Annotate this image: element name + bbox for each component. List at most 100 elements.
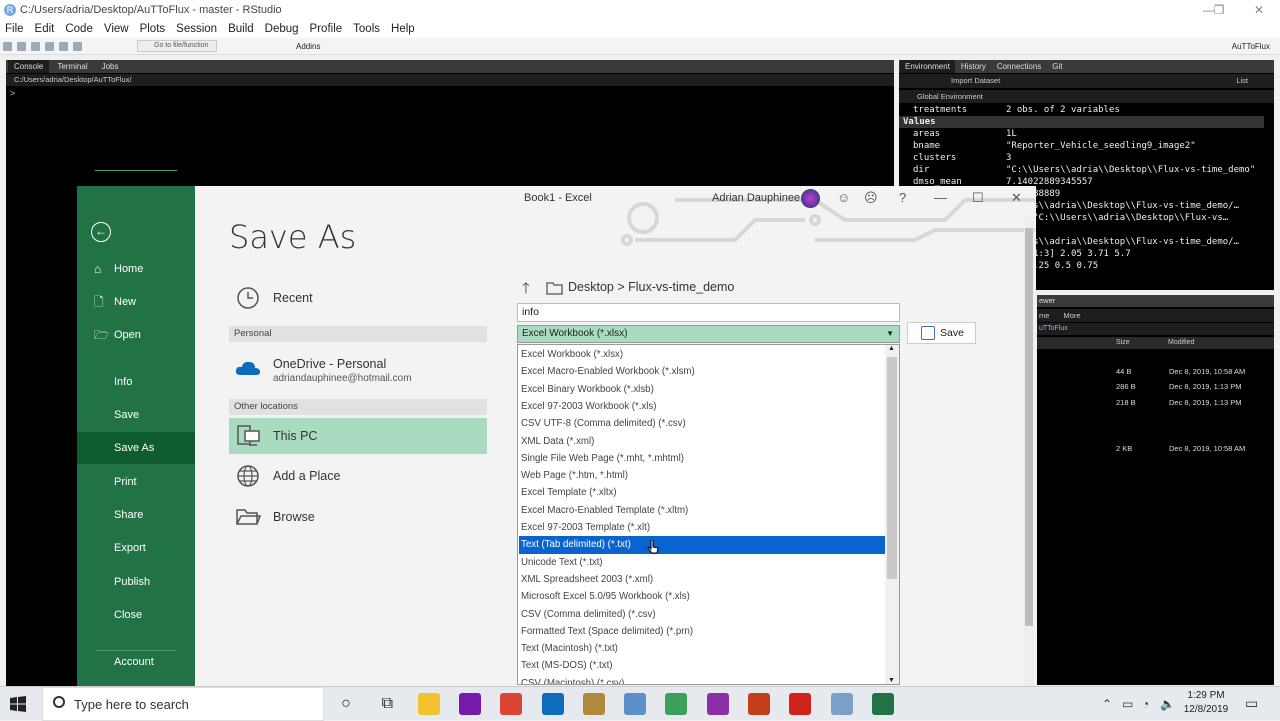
nav-close[interactable]: Close xyxy=(77,599,195,631)
filetype-option[interactable]: Excel Template (*.xltx) xyxy=(519,484,886,501)
menu-profile[interactable]: Profile xyxy=(305,20,349,38)
file-row[interactable]: 218 B Dec 8, 2019, 1:13 PM xyxy=(1037,396,1274,410)
goto-file-input[interactable]: Go to file/function xyxy=(137,40,217,52)
environment-row[interactable]: Values xyxy=(899,116,1264,128)
backstage-scrollbar[interactable] xyxy=(1024,216,1034,686)
minimize-icon[interactable]: — xyxy=(934,190,947,205)
tab-environment[interactable]: Environment xyxy=(900,60,955,73)
menu-debug[interactable]: Debug xyxy=(260,20,305,38)
global-environment-select[interactable]: Global Environment xyxy=(899,90,1274,103)
tab-history[interactable]: History xyxy=(956,60,991,73)
taskbar-search[interactable]: Type here to search xyxy=(42,687,324,721)
filetype-option[interactable]: Text (Macintosh) (*.txt) xyxy=(519,640,886,657)
filetype-option[interactable]: Microsoft Excel 5.0/95 Workbook (*.xls) xyxy=(519,588,886,605)
filetype-dropdown-list[interactable]: CSV (Macintosh) (*.csv) Text (MS-DOS) (*.… xyxy=(517,344,900,685)
list-view-button[interactable]: List xyxy=(1236,74,1248,88)
menu-edit[interactable]: Edit xyxy=(30,20,61,38)
help-button[interactable]: ? xyxy=(899,190,906,205)
filetype-option[interactable]: CSV (Comma delimited) (*.csv) xyxy=(519,606,886,623)
dropdown-scroll-thumb[interactable] xyxy=(887,357,897,579)
location-browse[interactable]: Browse xyxy=(229,499,487,537)
back-arrow-icon[interactable]: ← xyxy=(91,222,111,242)
r-icon[interactable] xyxy=(624,693,647,715)
close-icon[interactable]: ✕ xyxy=(1240,0,1278,20)
notifications-icon[interactable]: ▭ xyxy=(1245,695,1258,712)
avatar[interactable] xyxy=(801,189,820,208)
window-icon[interactable] xyxy=(830,693,853,715)
files-more-button[interactable]: More xyxy=(1064,311,1081,320)
filetype-select[interactable]: Excel Workbook (*.xlsx) ▼ xyxy=(517,325,900,343)
filetype-option[interactable]: Excel 97-2003 Template (*.xlt) xyxy=(519,519,886,536)
nav-new[interactable]: 🗋 New xyxy=(77,286,195,318)
filetype-option[interactable]: Excel Binary Workbook (*.xlsb) xyxy=(519,381,886,398)
maximize-icon[interactable]: ❐ xyxy=(1200,0,1238,20)
filetype-option[interactable]: Formatted Text (Space delimited) (*.prn) xyxy=(519,623,886,640)
save-button[interactable]: Save xyxy=(907,322,976,344)
smile-icon[interactable]: ☺ xyxy=(837,190,850,205)
nav-save[interactable]: Save xyxy=(77,399,195,431)
filetype-option[interactable]: Excel Macro-Enabled Template (*.xltm) xyxy=(519,502,886,519)
nav-print[interactable]: Print xyxy=(77,466,195,498)
maximize-icon[interactable]: ☐ xyxy=(972,190,984,206)
environment-row[interactable]: bname "Reporter_Vehicle_seedling9_image2" xyxy=(899,140,1264,152)
environment-row[interactable]: clusters 3 xyxy=(899,152,1264,164)
files-tab[interactable]: ewer xyxy=(1037,295,1274,307)
tab-git[interactable]: Git xyxy=(1047,60,1067,73)
excel-icon[interactable] xyxy=(871,693,894,715)
file-row[interactable]: 44 B Dec 8, 2019, 10:58 AM xyxy=(1037,365,1274,379)
nav-open[interactable]: 🗁 Open xyxy=(77,319,195,351)
environment-row[interactable]: dir "C:\\Users\\adria\\Desktop\\Flux-vs-t… xyxy=(899,164,1264,176)
import-dataset-button[interactable]: Import Dataset xyxy=(951,76,1000,85)
powerpoint-icon[interactable] xyxy=(748,693,770,715)
filetype-option[interactable]: Unicode Text (*.txt) xyxy=(519,554,886,571)
file-explorer-icon[interactable] xyxy=(417,693,440,715)
location-add-place[interactable]: Add a Place xyxy=(229,458,487,496)
file-row[interactable]: 286 B Dec 8, 2019, 1:13 PM xyxy=(1037,380,1274,394)
addins-menu[interactable]: Addins xyxy=(296,38,320,55)
menu-plots[interactable]: Plots xyxy=(135,20,172,38)
chrome-icon[interactable] xyxy=(500,693,523,715)
nav-share[interactable]: Share xyxy=(77,499,195,531)
menu-view[interactable]: View xyxy=(99,20,135,38)
breadcrumb[interactable]: Desktop > Flux-vs-time_demo xyxy=(568,280,734,294)
acrobat-icon[interactable] xyxy=(789,693,812,715)
menu-session[interactable]: Session xyxy=(171,20,223,38)
windows-start-icon[interactable] xyxy=(10,696,26,712)
chevron-down-icon[interactable]: ▼ xyxy=(886,326,894,342)
filetype-option[interactable]: XML Spreadsheet 2003 (*.xml) xyxy=(519,571,886,588)
modified-column-header[interactable]: Modified xyxy=(1168,337,1194,349)
tab-console[interactable]: Console xyxy=(8,60,50,73)
menu-help[interactable]: Help xyxy=(386,20,421,38)
print-icon[interactable] xyxy=(73,42,82,51)
onenote2-icon[interactable] xyxy=(706,693,729,715)
network-icon[interactable]: ◔ xyxy=(1142,697,1149,711)
filetype-option[interactable]: CSV UTF-8 (Comma delimited) (*.csv) xyxy=(519,415,886,432)
task-view-icon[interactable]: ⧉ xyxy=(376,693,398,715)
chevron-up-icon[interactable]: ⌃ xyxy=(1102,697,1112,711)
account-name[interactable]: Adrian Dauphinee xyxy=(712,192,800,204)
filetype-option[interactable]: Text (MS-DOS) (*.txt) xyxy=(519,657,886,674)
files-home-button[interactable]: me xyxy=(1039,311,1049,320)
filetype-option[interactable]: Excel 97-2003 Workbook (*.xls) xyxy=(519,398,886,415)
nav-info[interactable]: Info xyxy=(77,366,195,398)
battery-icon[interactable]: ▭ xyxy=(1122,697,1133,711)
tab-jobs[interactable]: Jobs xyxy=(96,60,125,73)
nav-home[interactable]: ⌂ Home xyxy=(77,253,195,285)
location-onedrive[interactable]: OneDrive - Personal adriandauphinee@hotm… xyxy=(229,350,487,392)
backstage-scroll-thumb[interactable] xyxy=(1025,228,1033,626)
project-menu[interactable]: AuTToFlux xyxy=(1232,38,1270,55)
new-project-icon[interactable] xyxy=(17,42,26,51)
menu-file[interactable]: File xyxy=(0,20,30,38)
scroll-down-icon[interactable]: ▼ xyxy=(888,677,895,684)
pin-icon[interactable] xyxy=(582,693,605,715)
dropdown-scrollbar[interactable]: ▲ ▼ xyxy=(885,345,899,684)
filename-input[interactable]: info xyxy=(517,303,900,322)
environment-row[interactable]: treatments 2 obs. of 2 variables xyxy=(899,104,1264,116)
rstudio-icon[interactable] xyxy=(665,693,688,715)
tab-terminal[interactable]: Terminal xyxy=(51,60,93,73)
console-prompt[interactable]: > xyxy=(10,89,15,99)
menu-tools[interactable]: Tools xyxy=(348,20,386,38)
volume-icon[interactable]: 🔈 xyxy=(1160,697,1175,711)
tab-connections[interactable]: Connections xyxy=(992,60,1046,73)
filetype-option[interactable]: Web Page (*.htm, *.html) xyxy=(519,467,886,484)
